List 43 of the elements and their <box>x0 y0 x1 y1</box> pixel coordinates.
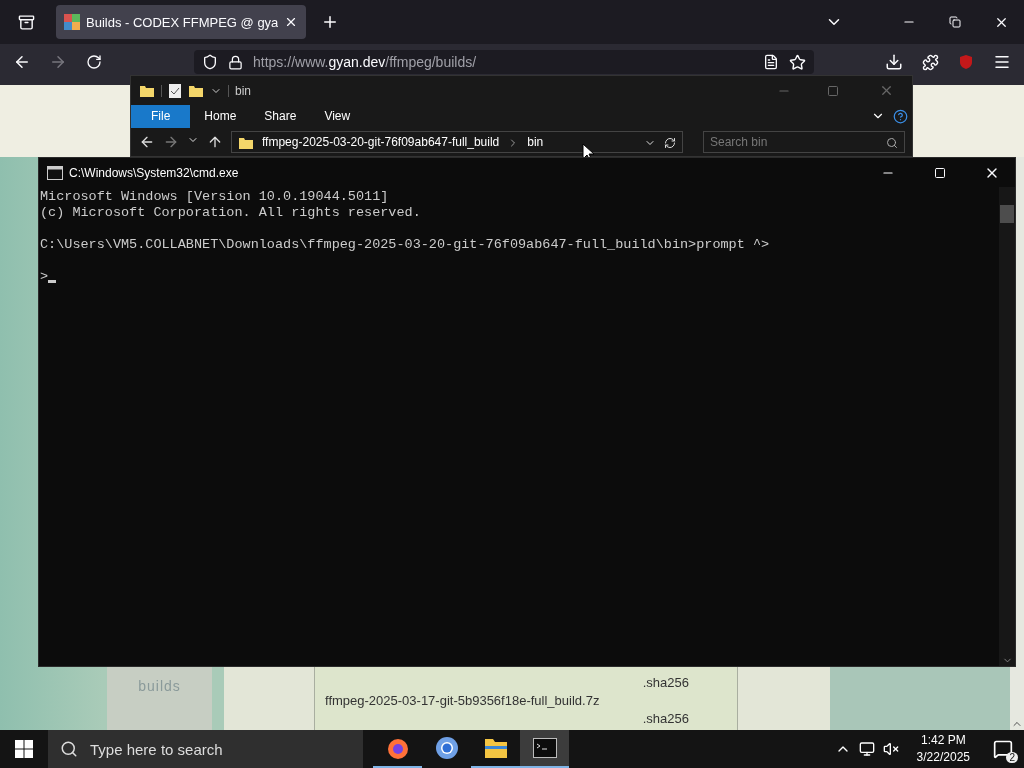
refresh-icon[interactable] <box>664 137 676 150</box>
ribbon-tab[interactable]: View <box>310 105 365 128</box>
clock[interactable]: 1:42 PM 3/22/2025 <box>916 732 970 766</box>
chrome-icon[interactable] <box>434 736 459 760</box>
search-icon <box>886 137 898 150</box>
browser-tab[interactable]: Builds - CODEX FFMPEG @ gya <box>56 5 307 39</box>
search-field[interactable]: Type here to search <box>48 730 363 768</box>
console-line: (c) Microsoft Corporation. All rights reserved. <box>40 205 422 221</box>
taskbar-app[interactable] <box>520 730 569 768</box>
console-icon <box>47 165 63 180</box>
console-line: > <box>40 269 49 285</box>
site-icon <box>64 14 80 30</box>
hash-link[interactable]: .sha256 <box>325 710 689 728</box>
hash-link[interactable]: .sha256 <box>325 674 689 692</box>
ribbon-tab[interactable]: Share <box>250 105 311 128</box>
star-icon[interactable] <box>789 53 806 71</box>
help-icon[interactable] <box>893 108 908 124</box>
folder-icon <box>238 135 254 152</box>
address-bar[interactable]: https://www.gyan.dev/ffmpeg/builds/ <box>194 50 814 74</box>
address-bar[interactable]: ffmpeg-2025-03-20-git-76f09ab647-full_build bin <box>231 130 683 153</box>
ribbon-tab[interactable]: File <box>131 105 191 128</box>
search-field[interactable]: Search bin <box>703 130 905 153</box>
window-title: bin <box>235 83 251 98</box>
console-line: Microsoft Windows [Version 10.0.19044.5011] <box>40 189 390 205</box>
firefox-icon[interactable] <box>385 736 410 760</box>
window-title: C:\Windows\System32\cmd.exe <box>69 165 239 180</box>
volume-muted-icon[interactable] <box>882 741 899 757</box>
text-cursor <box>48 280 57 283</box>
lock-icon[interactable] <box>228 54 243 70</box>
folder-icon[interactable] <box>483 737 508 759</box>
notification-count: 2 <box>1006 752 1018 763</box>
terminal-icon[interactable] <box>532 738 557 758</box>
file-link[interactable]: ffmpeg-2025-03-17-git-5b9356f18e-full_build.7z <box>325 692 689 710</box>
network-icon[interactable] <box>858 741 875 757</box>
properties-icon[interactable] <box>168 82 182 99</box>
ribbon-tab[interactable]: Home <box>190 105 251 128</box>
shield-icon[interactable] <box>202 54 218 70</box>
reader-icon[interactable] <box>763 54 779 70</box>
breadcrumb[interactable]: bin <box>527 134 544 149</box>
console-line: C:\Users\VM5.COLLABNET\Downloads\ffmpeg-2025-03-20-git-76f09ab647-full_build\bin>prompt ^> <box>40 237 771 253</box>
scroll-thumb[interactable] <box>1000 205 1014 223</box>
search-icon <box>60 740 78 758</box>
breadcrumb[interactable]: ffmpeg-2025-03-20-git-76f09ab647-full_build <box>262 134 500 149</box>
